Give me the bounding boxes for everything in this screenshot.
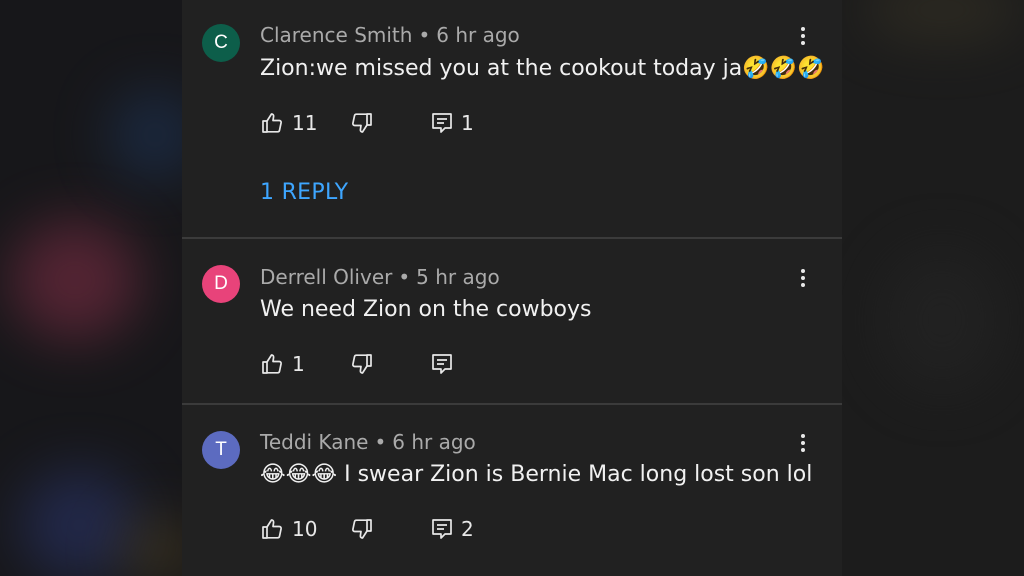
meta-separator: • [374, 430, 387, 454]
dislike-button[interactable] [350, 350, 374, 378]
reply-button[interactable]: 1 [431, 109, 474, 137]
comment-actions: 1 [260, 350, 520, 378]
reply-count: 1 [461, 111, 474, 135]
comment-meta: Clarence Smith • 6 hr ago [260, 23, 520, 47]
comments-panel: C Clarence Smith • 6 hr ago Zion:we missed… [182, 0, 842, 576]
more-vert-icon[interactable] [793, 431, 813, 455]
author-name[interactable]: Teddi Kane [260, 430, 368, 454]
avatar[interactable]: C [202, 24, 240, 62]
view-replies-link[interactable]: 1 REPLY [260, 180, 348, 205]
comment-item: T Teddi Kane • 6 hr ago 😂😂😂 I swear Zion i… [182, 405, 842, 576]
more-vert-icon[interactable] [793, 24, 813, 48]
comment-meta: Derrell Oliver • 5 hr ago [260, 265, 500, 289]
thumbs-down-icon [352, 113, 372, 133]
like-button[interactable]: 1 [260, 350, 305, 378]
comment-text: We need Zion on the cowboys [260, 297, 592, 322]
thumbs-up-icon [262, 519, 282, 539]
comment-item: C Clarence Smith • 6 hr ago Zion:we missed… [182, 0, 842, 238]
like-button[interactable]: 10 [260, 515, 317, 543]
comment-text: 😂😂😂 I swear Zion is Bernie Mac long lost… [260, 462, 813, 487]
reply-button[interactable] [431, 350, 453, 378]
blurred-background-left [0, 0, 182, 576]
screenshot-stage: C Clarence Smith • 6 hr ago Zion:we missed… [0, 0, 1024, 576]
dislike-button[interactable] [350, 515, 374, 543]
thumbs-up-icon [262, 354, 282, 374]
timestamp[interactable]: 6 hr ago [436, 23, 520, 47]
comment-actions: 11 1 [260, 109, 520, 137]
comment-actions: 10 2 [260, 515, 520, 543]
timestamp[interactable]: 5 hr ago [416, 265, 500, 289]
thumbs-up-icon [262, 113, 282, 133]
comment-text: Zion:we missed you at the cookout today … [260, 56, 825, 81]
comment-meta: Teddi Kane • 6 hr ago [260, 430, 476, 454]
like-count: 11 [292, 111, 318, 135]
reply-count: 2 [461, 517, 474, 541]
like-count: 10 [292, 517, 318, 541]
reply-icon [432, 113, 452, 133]
blurred-background-right [842, 0, 1024, 576]
author-name[interactable]: Derrell Oliver [260, 265, 392, 289]
like-count: 1 [292, 352, 305, 376]
avatar[interactable]: T [202, 431, 240, 469]
thumbs-down-icon [352, 519, 372, 539]
comment-item: D Derrell Oliver • 5 hr ago We need Zion o… [182, 239, 842, 403]
like-button[interactable]: 11 [260, 109, 317, 137]
reply-icon [432, 519, 452, 539]
author-name[interactable]: Clarence Smith [260, 23, 412, 47]
more-vert-icon[interactable] [793, 266, 813, 290]
meta-separator: • [418, 23, 431, 47]
thumbs-down-icon [352, 354, 372, 374]
meta-separator: • [398, 265, 411, 289]
reply-icon [432, 354, 452, 374]
reply-button[interactable]: 2 [431, 515, 474, 543]
avatar[interactable]: D [202, 265, 240, 303]
timestamp[interactable]: 6 hr ago [392, 430, 476, 454]
dislike-button[interactable] [350, 109, 374, 137]
